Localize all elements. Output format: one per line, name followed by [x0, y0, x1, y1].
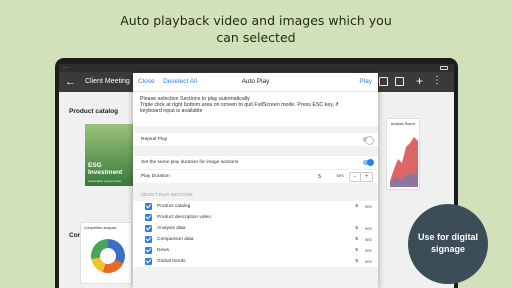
- digital-signage-badge: Use for digital signage: [408, 204, 488, 284]
- stepper-minus-button[interactable]: −: [350, 173, 361, 181]
- section-checkbox[interactable]: [145, 236, 152, 243]
- chart-thumbnail-graphic: [390, 137, 418, 187]
- section-checkbox[interactable]: [145, 225, 152, 232]
- play-duration-unit: sec: [336, 174, 344, 179]
- same-duration-label: Set the same play duration for image sec…: [141, 160, 239, 165]
- section-name: Comparison data: [157, 237, 194, 242]
- sections-header: SELECT PLAY SECTIONS: [141, 192, 193, 197]
- section-row-comparison-data[interactable]: Comparison data 5 sec: [133, 234, 378, 245]
- same-duration-row: Set the same play duration for image sec…: [133, 155, 378, 169]
- play-duration-value[interactable]: 5: [306, 172, 321, 182]
- section-checkbox[interactable]: [145, 214, 152, 221]
- badge-line-2: signage: [430, 244, 465, 254]
- book-icon[interactable]: [395, 77, 404, 86]
- dialog-header: Close Deselect All Auto Play Play: [133, 73, 378, 92]
- more-icon[interactable]: ⋮: [432, 74, 442, 88]
- donut-chart-graphic: [91, 239, 125, 273]
- section-name: Global trends: [157, 259, 186, 264]
- section-name: Product description video: [157, 215, 211, 220]
- edit-icon[interactable]: [379, 77, 388, 86]
- promo-title: Auto playback video and images which you…: [0, 12, 512, 46]
- esg-thumbnail[interactable]: ESG Investment sustainable supply future: [85, 124, 135, 186]
- same-duration-toggle[interactable]: [363, 159, 374, 166]
- section-seconds[interactable]: 5: [348, 224, 358, 233]
- section-checkbox[interactable]: [145, 203, 152, 210]
- badge-line-1: Use for digital: [417, 232, 478, 242]
- section-seconds[interactable]: 5: [348, 235, 358, 244]
- back-arrow-icon[interactable]: ←: [65, 75, 76, 89]
- stepper-plus-button[interactable]: +: [361, 173, 372, 181]
- chart-thumbnail-title: Analysis Report: [390, 122, 416, 126]
- section-name: News: [157, 248, 169, 253]
- section-seconds[interactable]: 5: [348, 246, 358, 255]
- section-seconds[interactable]: 5: [348, 202, 358, 211]
- dialog-title: Auto Play: [241, 78, 270, 85]
- play-button[interactable]: Play: [359, 77, 372, 87]
- section-checkbox[interactable]: [145, 247, 152, 254]
- play-duration-stepper: − +: [349, 172, 373, 182]
- comparison-thumbnail-title: Competitive analysis: [84, 226, 117, 230]
- section-unit: sec: [364, 204, 372, 209]
- auto-play-dialog: Close Deselect All Auto Play Play Please…: [133, 73, 378, 288]
- repeat-play-toggle[interactable]: [363, 136, 374, 145]
- status-bar: ⋯: [59, 64, 454, 72]
- status-time: ⋯: [63, 65, 68, 71]
- section-name: Product catalog: [157, 204, 191, 209]
- section-label-product-catalog: Product catalog: [69, 108, 119, 115]
- section-row-analysis-data[interactable]: Analysis data 5 sec: [133, 223, 378, 234]
- esg-subcaption: sustainable supply future: [88, 179, 122, 183]
- section-name: Analysis data: [157, 226, 186, 231]
- esg-caption: ESG Investment: [88, 162, 123, 176]
- play-duration-row: Play Duration 5 sec − +: [133, 169, 378, 183]
- section-checkbox[interactable]: [145, 258, 152, 265]
- section-seconds[interactable]: 5: [348, 257, 358, 266]
- play-duration-label: Play Duration: [141, 174, 170, 179]
- promo-title-line-1: Auto playback video and images which you: [120, 13, 392, 28]
- section-unit: sec: [364, 226, 372, 231]
- repeat-play-row: Repeat Play: [133, 132, 378, 146]
- section-row-product-description-video[interactable]: Product description video: [133, 212, 378, 223]
- instruction-line-3: keyboard input is available: [140, 108, 203, 115]
- app-title: Client Meeting: [85, 78, 130, 85]
- battery-icon: [440, 66, 448, 70]
- comparison-thumbnail[interactable]: Competitive analysis: [80, 222, 132, 284]
- repeat-play-label: Repeat Play: [141, 137, 168, 142]
- section-unit: sec: [364, 237, 372, 242]
- section-row-product-catalog[interactable]: Product catalog 5 sec: [133, 201, 378, 212]
- chart-thumbnail[interactable]: Analysis Report: [386, 118, 420, 190]
- section-row-news[interactable]: News 5 sec: [133, 245, 378, 256]
- section-list: Product catalog 5 sec Product descriptio…: [133, 201, 378, 267]
- section-unit: sec: [364, 259, 372, 264]
- instructions-text: Please selection Sections to play automa…: [133, 92, 378, 126]
- section-row-global-trends[interactable]: Global trends 5 sec: [133, 256, 378, 267]
- add-icon[interactable]: +: [416, 74, 423, 88]
- promo-title-line-2: can selected: [216, 30, 296, 45]
- section-unit: sec: [364, 248, 372, 253]
